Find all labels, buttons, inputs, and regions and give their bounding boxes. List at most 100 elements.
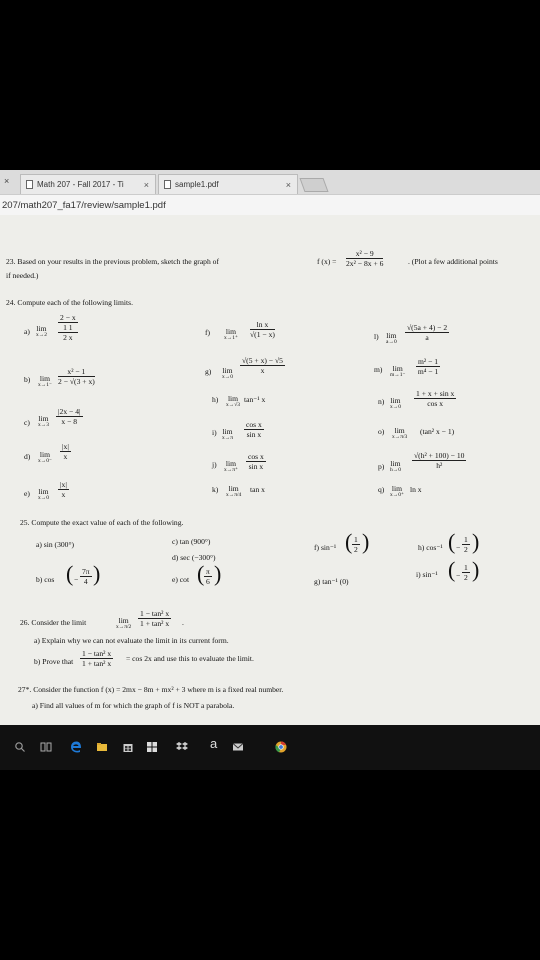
browser-chrome: × Math 207 - Fall 2017 - Ti × sample1.pd…	[0, 170, 540, 215]
dropbox-icon[interactable]	[176, 741, 188, 753]
p24l-lim: lim a→0	[386, 331, 397, 345]
p25h-sign: −	[456, 543, 461, 552]
p25e-label: e) cot	[172, 575, 190, 584]
mail-icon[interactable]	[232, 741, 244, 753]
p24k-expr: tan x	[250, 485, 265, 494]
p24i-fraction: cos x sin x	[244, 420, 264, 439]
p24e-label: e)	[24, 489, 30, 498]
p24g-fraction: √(5 + x) − √5 x	[240, 356, 285, 375]
paren-close: )	[93, 561, 101, 586]
p24e-lim: lim x→0	[38, 487, 49, 501]
p24k-lim: lim x→π/4	[226, 484, 242, 498]
edge-icon[interactable]	[70, 741, 82, 753]
paren-open: (	[448, 529, 456, 554]
p24b-label: b)	[24, 375, 31, 384]
p25d: d) sec (−300°)	[172, 553, 216, 562]
tab-label: sample1.pdf	[175, 180, 219, 189]
p27-header: 27*. Consider the function f (x) = 2mx −…	[18, 685, 284, 694]
p24c-label: c)	[24, 418, 30, 427]
p25c: c) tan (900°)	[172, 537, 211, 546]
p23-text: 23. Based on your results in the previou…	[6, 257, 220, 266]
store-icon[interactable]	[122, 741, 134, 753]
tab-bar: × Math 207 - Fall 2017 - Ti × sample1.pd…	[0, 170, 540, 194]
p24o-label: o)	[378, 427, 385, 436]
p24b-fraction: x² − 1 2 − √(3 + x)	[58, 367, 95, 386]
p27a: a) Find all values of m for which the gr…	[32, 701, 235, 710]
paren-open: (	[66, 561, 74, 586]
close-icon[interactable]: ×	[4, 176, 9, 186]
task-view-icon[interactable]	[40, 741, 52, 753]
p24f-label: f)	[205, 328, 211, 337]
chrome-icon[interactable]	[275, 741, 287, 753]
p24g-label: g)	[205, 367, 212, 376]
p23-line2: if needed.)	[6, 271, 39, 280]
p24h-lim: lim x→√3	[226, 394, 241, 408]
p24o-expr: (tan² x − 1)	[420, 427, 455, 436]
paren-close: )	[472, 529, 480, 554]
pdf-page: 23. Based on your results in the previou…	[0, 215, 540, 725]
p24c-fraction: |2x − 4| x − 8	[56, 407, 83, 426]
p24l-label: l)	[374, 332, 379, 341]
p25i-sign: −	[456, 571, 461, 580]
p25f-label: f) sin⁻¹	[314, 543, 337, 552]
p24c-lim: lim x→3	[38, 414, 49, 428]
paren-close: )	[472, 557, 480, 582]
amazon-icon[interactable]: a	[210, 736, 222, 751]
store-grid-icon[interactable]	[146, 741, 158, 753]
p24a-fraction: 2 − x 1 1 2 x	[58, 313, 78, 342]
p26b-tail: = cos 2x and use this to evaluate the li…	[126, 654, 254, 663]
p24h-label: h)	[212, 395, 219, 404]
p25a: a) sin (300°)	[36, 540, 75, 549]
p24p-lim: lim h→0	[390, 459, 401, 473]
p24j-label: j)	[212, 460, 217, 469]
p25b-fraction: 7π 4	[80, 567, 92, 586]
tab-close-icon[interactable]: ×	[286, 175, 291, 195]
p24l-fraction: √(5a + 4) − 2 a	[405, 323, 450, 342]
file-explorer-icon[interactable]	[96, 741, 108, 753]
p25h-label: h) cos⁻¹	[418, 543, 443, 552]
p24d-fraction: |x| x	[60, 442, 71, 461]
p24e-fraction: |x| x	[58, 480, 69, 499]
p24p-fraction: √(h² + 100) − 10 h²	[412, 451, 467, 470]
p26-header: 26. Consider the limit	[20, 618, 87, 627]
p25b-label: b) cos	[36, 575, 55, 584]
p24q-lim: lim x→0⁺	[390, 484, 404, 498]
p24m-lim: lim m→1⁻	[390, 364, 406, 378]
p24h-expr: tan⁻¹ x	[244, 395, 266, 404]
p25h-fraction: 1 2	[462, 535, 470, 554]
new-tab-button[interactable]	[299, 178, 329, 192]
p25e-fraction: π 6	[204, 567, 212, 586]
p26-period: .	[182, 618, 184, 627]
p24a-lim: lim x→2	[36, 324, 47, 338]
tab-sample1[interactable]: sample1.pdf ×	[158, 174, 298, 194]
p24n-lim: lim x→0	[390, 396, 401, 410]
p25g: g) tan⁻¹ (0)	[314, 577, 349, 586]
p24k-label: k)	[212, 485, 219, 494]
p24d-label: d)	[24, 452, 31, 461]
p24b-lim: lim x→1⁻	[38, 374, 52, 388]
background-bottom	[0, 770, 540, 960]
p24i-lim: lim x→π	[222, 427, 234, 441]
taskbar: a	[0, 725, 540, 770]
p24j-fraction: cos x sin x	[246, 452, 266, 471]
tab-math207[interactable]: Math 207 - Fall 2017 - Ti ×	[20, 174, 156, 194]
page-icon	[26, 180, 33, 189]
p26b-fraction: 1 − tan² x 1 + tan² x	[80, 649, 114, 668]
tab-close-icon[interactable]: ×	[144, 175, 149, 195]
p25i-fraction: 1 2	[462, 563, 470, 582]
address-bar[interactable]: 207/math207_fa17/review/sample1.pdf	[0, 194, 540, 215]
p23-tail: . (Plot a few additional points	[408, 257, 498, 266]
p24j-lim: lim x→π⁺	[224, 459, 238, 473]
search-icon[interactable]	[14, 741, 26, 753]
p24f-lim: lim x→1⁺	[224, 327, 238, 341]
p24d-lim: lim x→0⁻	[38, 450, 52, 464]
p24i-label: i)	[212, 428, 217, 437]
p24p-label: p)	[378, 462, 385, 471]
p24n-fraction: 1 + x + sin x cos x	[414, 389, 457, 408]
p24m-label: m)	[374, 365, 383, 374]
p24m-fraction: m² − 1 m⁴ − 1	[416, 357, 441, 376]
p23-fraction: x² − 9 2x² − 8x + 6	[346, 249, 384, 268]
paren-close: )	[362, 529, 370, 554]
p24o-lim: lim x→π/3	[392, 426, 408, 440]
p24q-label: q)	[378, 485, 385, 494]
